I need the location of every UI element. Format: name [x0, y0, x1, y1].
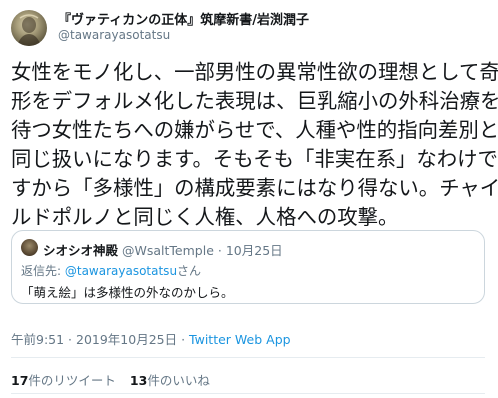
tweet-text: 女性をモノ化し、一部男性の異常性欲の理想として奇 形をデフォルメ化した表現は、巨…	[11, 58, 498, 232]
quoted-author-name: シオシオ神殿	[43, 243, 119, 258]
likes-count: 13	[129, 373, 148, 388]
source-app-link[interactable]: Twitter Web App	[189, 332, 291, 347]
likes-stat[interactable]: 13件のいいね	[130, 373, 210, 388]
quoted-author-handle: @WsaltTemple	[122, 243, 214, 258]
divider	[11, 393, 485, 394]
tweet-text-line: 待つ女性たちへの嫌がらせで、人種や性的指向差別と	[11, 118, 498, 142]
divider	[11, 357, 485, 358]
author-display-name[interactable]: 『ヴァティカンの正体』筑摩新書/岩渕潤子	[58, 9, 309, 28]
reply-prefix: 返信先:	[21, 264, 65, 278]
tweet-text-line: 女性をモノ化し、一部男性の異常性欲の理想として奇	[11, 60, 498, 84]
retweets-count: 17	[11, 373, 29, 388]
author-avatar[interactable]	[11, 10, 47, 46]
reply-to-handle-link[interactable]: @tawarayasotatsu	[65, 264, 177, 278]
author-handle[interactable]: @tawarayasotatsu	[58, 28, 170, 42]
tweet-text-line: ルドポルノと同じく人権、人格への攻撃。	[11, 205, 399, 229]
quoted-date: 10月25日	[225, 243, 283, 258]
quoted-tweet-text: 「萌え絵」は多様性の外なのかしら。	[21, 285, 234, 300]
tweet-time[interactable]: 午前9:51	[11, 332, 64, 347]
quoted-tweet-header: シオシオ神殿 @WsaltTemple · 10月25日	[43, 240, 283, 259]
retweets-stat[interactable]: 17件のリツイート	[11, 373, 116, 388]
quoted-author-avatar	[21, 239, 38, 256]
reply-suffix: さん	[177, 264, 202, 278]
tweet-text-line: 形をデフォルメ化した表現は、巨乳縮小の外科治療を	[11, 89, 498, 113]
tweet-stats: 17件のリツイート 13件のいいね	[11, 370, 210, 389]
profile-photo-avatar	[17, 14, 41, 46]
tweet-date[interactable]: 2019年10月25日	[76, 332, 177, 347]
tweet-timestamp-line: 午前9:51 · 2019年10月25日 · Twitter Web App	[11, 329, 291, 348]
quoted-separator: ·	[217, 243, 222, 258]
quoted-tweet-card[interactable]: シオシオ神殿 @WsaltTemple · 10月25日 返信先: @tawar…	[11, 230, 485, 304]
tweet-text-line: すから「多様性」の構成要素にはなり得ない。チャイ	[11, 176, 498, 200]
retweets-label: 件のリツイート	[28, 373, 116, 388]
meta-separator: ·	[177, 332, 190, 347]
meta-separator: ·	[64, 332, 76, 347]
quoted-reply-context: 返信先: @tawarayasotatsuさん	[21, 262, 201, 279]
likes-label: 件のいいね	[147, 373, 210, 388]
tweet-text-line: 同じ扱いになります。そもそも「非実在系」なわけで	[11, 147, 498, 171]
